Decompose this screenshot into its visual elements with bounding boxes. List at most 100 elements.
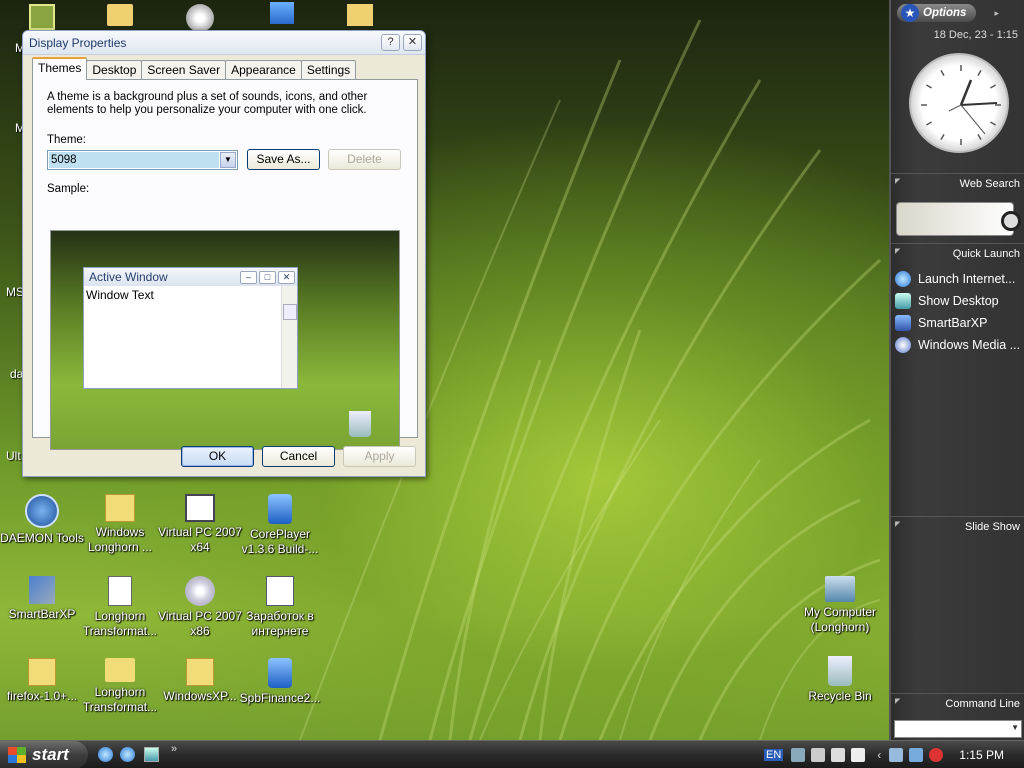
mail-folder-icon xyxy=(347,4,373,26)
smartbar-sidebar: ★ Options ▸ 18 Dec, 23 - 1:15 ◤ Web Sear… xyxy=(889,0,1024,742)
theme-sample-preview: Active Window – □ ✕ Window Text xyxy=(50,230,400,450)
collapse-triangle-icon[interactable]: ◤ xyxy=(895,177,900,185)
tab-themes[interactable]: Themes xyxy=(32,57,88,80)
title-bar[interactable]: Display Properties ? ✕ xyxy=(23,31,425,55)
quick-launch-smartbarxp[interactable]: SmartBarXP xyxy=(895,312,1023,334)
quick-launch-show-desktop[interactable]: Show Desktop xyxy=(895,290,1023,312)
apply-button[interactable]: Apply xyxy=(343,446,416,467)
network-icon[interactable] xyxy=(909,748,924,762)
ie-icon[interactable] xyxy=(120,747,135,762)
ok-button[interactable]: OK xyxy=(181,446,254,467)
close-button[interactable]: ✕ xyxy=(403,34,422,51)
my-computer-icon[interactable]: My Computer (Longhorn) xyxy=(798,576,882,635)
collapse-triangle-icon[interactable]: ◤ xyxy=(895,697,900,705)
clock-time[interactable]: 1:15 PM xyxy=(959,748,1004,762)
chevron-more-icon[interactable]: » xyxy=(171,743,177,755)
word-document-icon[interactable]: Заработок в интернете xyxy=(238,576,322,639)
media-player-icon xyxy=(268,494,292,524)
icon-label: firefox-1.0+... xyxy=(6,689,78,703)
search-icon[interactable] xyxy=(1001,211,1021,231)
tab-settings[interactable]: Settings xyxy=(300,60,357,80)
delete-button[interactable]: Delete xyxy=(328,149,401,170)
taskbar: start » EN ‹ 1:15 PM xyxy=(0,740,1024,768)
options-button[interactable]: ★ Options xyxy=(897,4,977,22)
longhorn-transformation-zip-icon[interactable]: Longhorn Transformat... xyxy=(78,576,162,639)
save-as-button[interactable]: Save As... xyxy=(247,149,320,170)
sample-title-bar: Active Window – □ ✕ xyxy=(84,268,297,286)
printer-icon[interactable] xyxy=(889,748,904,762)
disc-icon xyxy=(186,4,214,32)
virtual-pc-x64-icon[interactable]: Virtual PC 2007 x64 xyxy=(158,494,242,555)
language-indicator[interactable]: EN xyxy=(764,749,784,761)
quick-launch-section: ◤ Quick Launch xyxy=(891,243,1024,263)
chevron-right-icon[interactable]: ▸ xyxy=(994,8,999,19)
icon-label: WindowsXP... xyxy=(163,689,237,703)
recycle-bin-icon[interactable]: Recycle Bin xyxy=(798,656,882,704)
tab-screen-saver[interactable]: Screen Saver xyxy=(141,60,227,80)
tray-expand-icon[interactable]: ‹ xyxy=(877,748,881,762)
smartbarxp-desktop-icon[interactable]: SmartBarXP xyxy=(0,576,84,622)
theme-select-value: 5098 xyxy=(49,152,219,168)
system-tray: EN ‹ 1:15 PM xyxy=(764,741,1024,768)
tab-strip: Themes Desktop Screen Saver Appearance S… xyxy=(32,57,357,80)
command-line-input[interactable]: ▼ xyxy=(894,720,1022,738)
monitor-icon[interactable] xyxy=(791,748,806,762)
windows-longhorn-folder-icon[interactable]: Windows Longhorn ... xyxy=(78,494,162,555)
chevron-down-icon[interactable]: ▼ xyxy=(1011,723,1019,732)
help-icon[interactable] xyxy=(851,748,866,762)
volume-icon[interactable] xyxy=(831,748,846,762)
icon-label: Virtual PC 2007 x86 xyxy=(158,609,242,638)
top-icon-4[interactable] xyxy=(240,2,324,27)
quick-launch-internet-explorer[interactable]: Launch Internet... xyxy=(895,268,1023,290)
recycle-bin-glyph-icon xyxy=(828,656,852,686)
window-title: Display Properties xyxy=(29,35,127,50)
word-doc-icon xyxy=(266,576,294,606)
top-icon-5[interactable] xyxy=(318,4,402,29)
tab-appearance[interactable]: Appearance xyxy=(225,60,302,80)
show-desktop-icon[interactable] xyxy=(144,747,159,762)
pen-icon[interactable] xyxy=(811,748,826,762)
chevron-down-icon[interactable]: ▼ xyxy=(220,152,236,168)
spbfinance-icon[interactable]: SpbFinance2... xyxy=(238,658,322,706)
sidebar-header: ★ Options ▸ xyxy=(891,0,1024,26)
internet-explorer-icon[interactable] xyxy=(98,747,113,762)
quick-launch-windows-media[interactable]: Windows Media ... xyxy=(895,334,1023,356)
theme-select[interactable]: 5098 ▼ xyxy=(47,150,238,170)
windowsxp-zip-icon[interactable]: WindowsXP... xyxy=(158,658,242,704)
icon-label: SmartBarXP xyxy=(8,607,76,621)
theme-label: Theme: xyxy=(47,134,86,146)
slide-show-title: Slide Show xyxy=(964,521,1020,533)
smartbar-icon xyxy=(895,315,911,331)
tab-desktop[interactable]: Desktop xyxy=(86,60,143,80)
longhorn-transformation-folder-icon[interactable]: Longhorn Transformat... xyxy=(78,658,162,715)
start-button[interactable]: start xyxy=(0,741,88,768)
icon-label: DAEMON Tools xyxy=(0,531,84,545)
firefox-zip-icon[interactable]: firefox-1.0+... xyxy=(0,658,84,704)
icon-label: Заработок в интернете xyxy=(246,609,314,638)
collapse-triangle-icon[interactable]: ◤ xyxy=(895,520,900,528)
icon-label: Longhorn Transformat... xyxy=(82,609,158,638)
quick-launch-title: Quick Launch xyxy=(952,248,1020,260)
virtual-pc-x86-icon[interactable]: Virtual PC 2007 x86 xyxy=(158,576,242,639)
coreplayer-icon[interactable]: CorePlayer v1.3.6 Build-... xyxy=(238,494,322,557)
web-search-input[interactable] xyxy=(896,202,1014,236)
quick-launch-label: Windows Media ... xyxy=(918,338,1021,352)
help-button[interactable]: ? xyxy=(381,34,400,51)
cancel-button[interactable]: Cancel xyxy=(262,446,335,467)
quick-launch-label: Show Desktop xyxy=(918,294,999,308)
folder-icon xyxy=(105,658,135,682)
antivirus-icon[interactable] xyxy=(929,748,944,762)
installer-icon xyxy=(268,658,292,688)
clock-widget xyxy=(909,53,1009,153)
themes-panel: A theme is a background plus a set of so… xyxy=(32,79,418,450)
collapse-triangle-icon[interactable]: ◤ xyxy=(895,247,900,255)
icon-label: Recycle Bin xyxy=(808,689,872,703)
quick-launch-label: Launch Internet... xyxy=(918,272,1016,286)
top-icon-1[interactable] xyxy=(0,4,84,33)
minimize-icon: – xyxy=(240,270,257,284)
quick-launch-label: SmartBarXP xyxy=(918,316,988,330)
icon-label: Windows Longhorn ... xyxy=(87,525,153,554)
daemon-tools-icon[interactable]: DAEMON Tools xyxy=(0,494,84,546)
top-icon-2[interactable] xyxy=(78,4,162,29)
theme-description: A theme is a background plus a set of so… xyxy=(47,91,368,116)
